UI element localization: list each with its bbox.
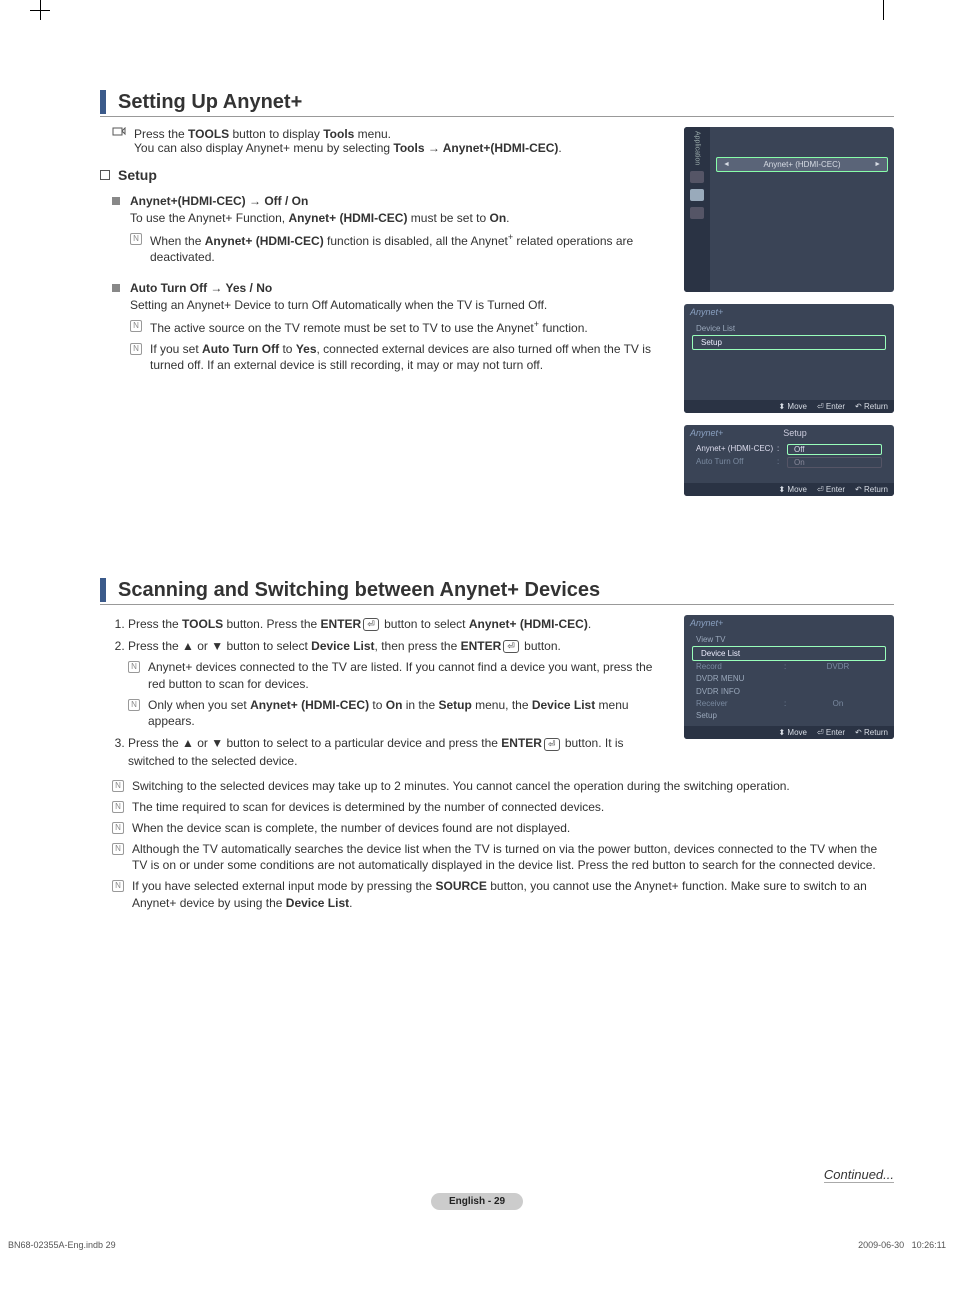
note-icon: N [130,233,142,245]
manual-page: Setting Up Anynet+ Press the TOOLS butto… [0,0,954,1280]
setting-anynet-cec: Anynet+(HDMI-CEC) → Off / On To use the … [112,193,664,266]
note-icon: N [130,320,142,332]
step-2: Press the ▲ or ▼ button to select Device… [128,637,664,730]
osd-icon [690,207,704,219]
return-hint: ↶ Return [855,728,888,737]
tools-tip: Press the TOOLS button to display Tools … [112,127,664,155]
section-setup-anynet: Setting Up Anynet+ Press the TOOLS butto… [100,90,894,508]
step-1: Press the TOOLS button. Press the ENTER⏎… [128,615,664,633]
section-title: Scanning and Switching between Anynet+ D… [118,579,600,602]
osd-icon-selected [690,189,704,201]
osd-title: Setup [762,425,828,441]
osd-kv: Receiver:On [688,698,890,709]
osd-kv: Auto Turn Off:On [688,456,890,469]
osd-kv-selected: Anynet+ (HDMI-CEC):Off [688,443,890,456]
step-3: Press the ▲ or ▼ button to select to a p… [128,734,664,770]
section-accent-bar [100,578,106,602]
osd-device-list: Anynet+ View TV Device List Record:DVDR … [684,615,894,739]
note-icon: N [112,780,124,792]
osd-anynet-menu: Anynet+ Device List Setup ⬍ Move ⏎ Enter… [684,304,894,413]
osd-footer: ⬍ Move ⏎ Enter ↶ Return [684,400,894,413]
osd-icon [690,171,704,183]
return-hint: ↶ Return [855,485,888,494]
note-icon: N [112,880,124,892]
osd-row: DVDR INFO [688,685,890,698]
tools-icon [112,127,126,139]
sub-heading-setup: Setup [100,167,664,183]
setting-auto-turn-off: Auto Turn Off → Yes / No Setting an Anyn… [112,280,664,374]
enter-hint: ⏎ Enter [817,728,845,737]
osd-brand: Anynet+ [684,425,762,441]
page-number-pill: English - 29 [431,1193,523,1210]
osd-row: Setup [688,709,890,722]
note-icon: N [112,801,124,813]
osd-row: DVDR MENU [688,672,890,685]
osd-setup-menu: Anynet+ Setup Anynet+ (HDMI-CEC):Off Aut… [684,425,894,496]
osd-row-selected: Setup [692,335,886,350]
move-hint: ⬍ Move [778,402,807,411]
osd-title: Anynet+ [684,304,894,320]
osd-side-label: Application [694,131,701,165]
note-icon: N [128,699,140,711]
enter-icon: ⏎ [363,618,379,631]
enter-hint: ⏎ Enter [817,485,845,494]
osd-application-menu: Application ◄ Anynet+ (HDMI-CEC) ► [684,127,894,292]
move-hint: ⬍ Move [778,728,807,737]
print-metadata: BN68-02355A-Eng.indb 29 2009-06-30 10:26… [0,1240,954,1250]
note-icon: N [128,661,140,673]
osd-row-selected: Device List [692,646,886,661]
enter-hint: ⏎ Enter [817,402,845,411]
checkbox-icon [100,170,110,180]
bullet-icon [112,197,120,205]
return-hint: ↶ Return [855,402,888,411]
note-icon: N [112,843,124,855]
bullet-icon [112,284,120,292]
osd-kv: Record:DVDR [688,661,890,672]
note-icon: N [130,343,142,355]
osd-row: View TV [688,633,890,646]
osd-row: Device List [688,322,890,335]
osd-title: Anynet+ [684,615,894,631]
note-icon: N [112,822,124,834]
osd-footer: ⬍ Move ⏎ Enter ↶ Return [684,483,894,496]
enter-icon: ⏎ [544,738,560,751]
section-scanning: Scanning and Switching between Anynet+ D… [100,578,894,912]
steps-list: Press the TOOLS button. Press the ENTER⏎… [114,615,664,770]
section-accent-bar [100,90,106,114]
section-title: Setting Up Anynet+ [118,91,302,114]
osd-footer: ⬍ Move ⏎ Enter ↶ Return [684,726,894,739]
move-hint: ⬍ Move [778,485,807,494]
enter-icon: ⏎ [503,640,519,653]
osd-selected-row: ◄ Anynet+ (HDMI-CEC) ► [716,157,888,172]
continued-label: Continued... [824,1167,894,1183]
